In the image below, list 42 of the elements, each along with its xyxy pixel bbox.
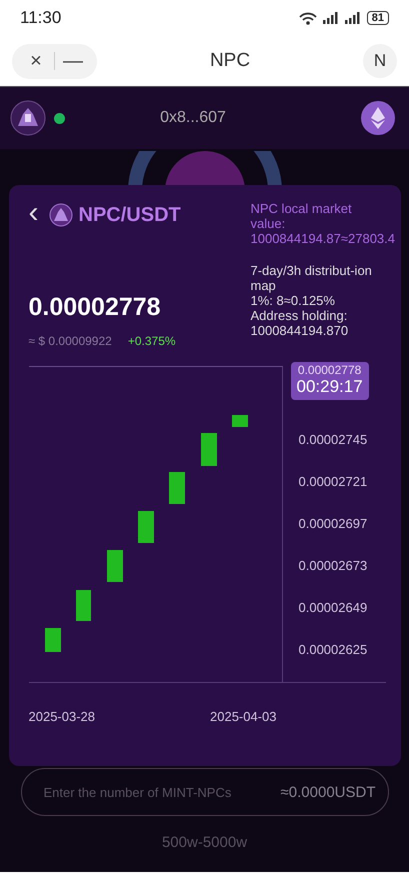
info-text: 1000844194.87≈27803.4: [250, 231, 395, 246]
account-button[interactable]: N: [363, 44, 397, 78]
axis-label: 0.00002745: [298, 432, 368, 447]
info-text: 7-day/3h distribut-ion map: [250, 263, 373, 293]
clock-time: 11:30: [20, 8, 62, 28]
axis-label: 2025-04-03: [210, 709, 276, 724]
usd-price: ≈ $ 0.00009922: [28, 334, 112, 348]
axis-label: 0.00002697: [298, 516, 368, 531]
price-value: 0.00002778: [28, 293, 162, 322]
candle: [44, 628, 60, 652]
usdt-estimate: ≈0.0000USDT: [280, 784, 376, 800]
signal-icon: [322, 12, 339, 24]
axis-label: 0.00002625: [298, 642, 368, 657]
candle: [232, 415, 248, 427]
candle: [168, 472, 184, 504]
axis-label: 0.00002673: [298, 558, 368, 573]
signal-icon: [344, 12, 361, 24]
axis-label: 2025-03-28: [28, 709, 95, 724]
logo-icon: [48, 203, 72, 227]
minimize-button[interactable]: —: [55, 48, 91, 74]
info-text: NPC local market value:: [250, 201, 353, 231]
countdown-time: 00:29:17: [296, 377, 363, 397]
info-text: 1%: 8≈0.125%: [250, 293, 336, 308]
axis-label: 0.00002649: [298, 600, 368, 615]
wallet-address[interactable]: 0x8...607: [65, 109, 321, 127]
info-text: Address holding: 1000844194.870: [250, 308, 350, 338]
candle: [200, 433, 216, 466]
window-title: NPC: [210, 50, 250, 72]
candle: [76, 590, 90, 621]
candle: [138, 511, 154, 543]
close-button[interactable]: ×: [18, 48, 54, 74]
battery-level: 81: [366, 11, 389, 25]
wifi-icon: [298, 12, 317, 24]
range-text: 500w-5000w: [162, 834, 248, 851]
price-change: +0.375%: [128, 334, 176, 348]
candle: [106, 550, 122, 582]
logo-icon: [10, 100, 46, 136]
mint-input-field[interactable]: Enter the number of MINT-NPCs: [42, 784, 281, 800]
axis-label: 0.00002721: [298, 474, 368, 489]
back-button[interactable]: ‹: [28, 201, 42, 229]
tag-price: 0.00002778: [298, 363, 362, 377]
pair-title: NPC/USDT: [78, 204, 181, 226]
